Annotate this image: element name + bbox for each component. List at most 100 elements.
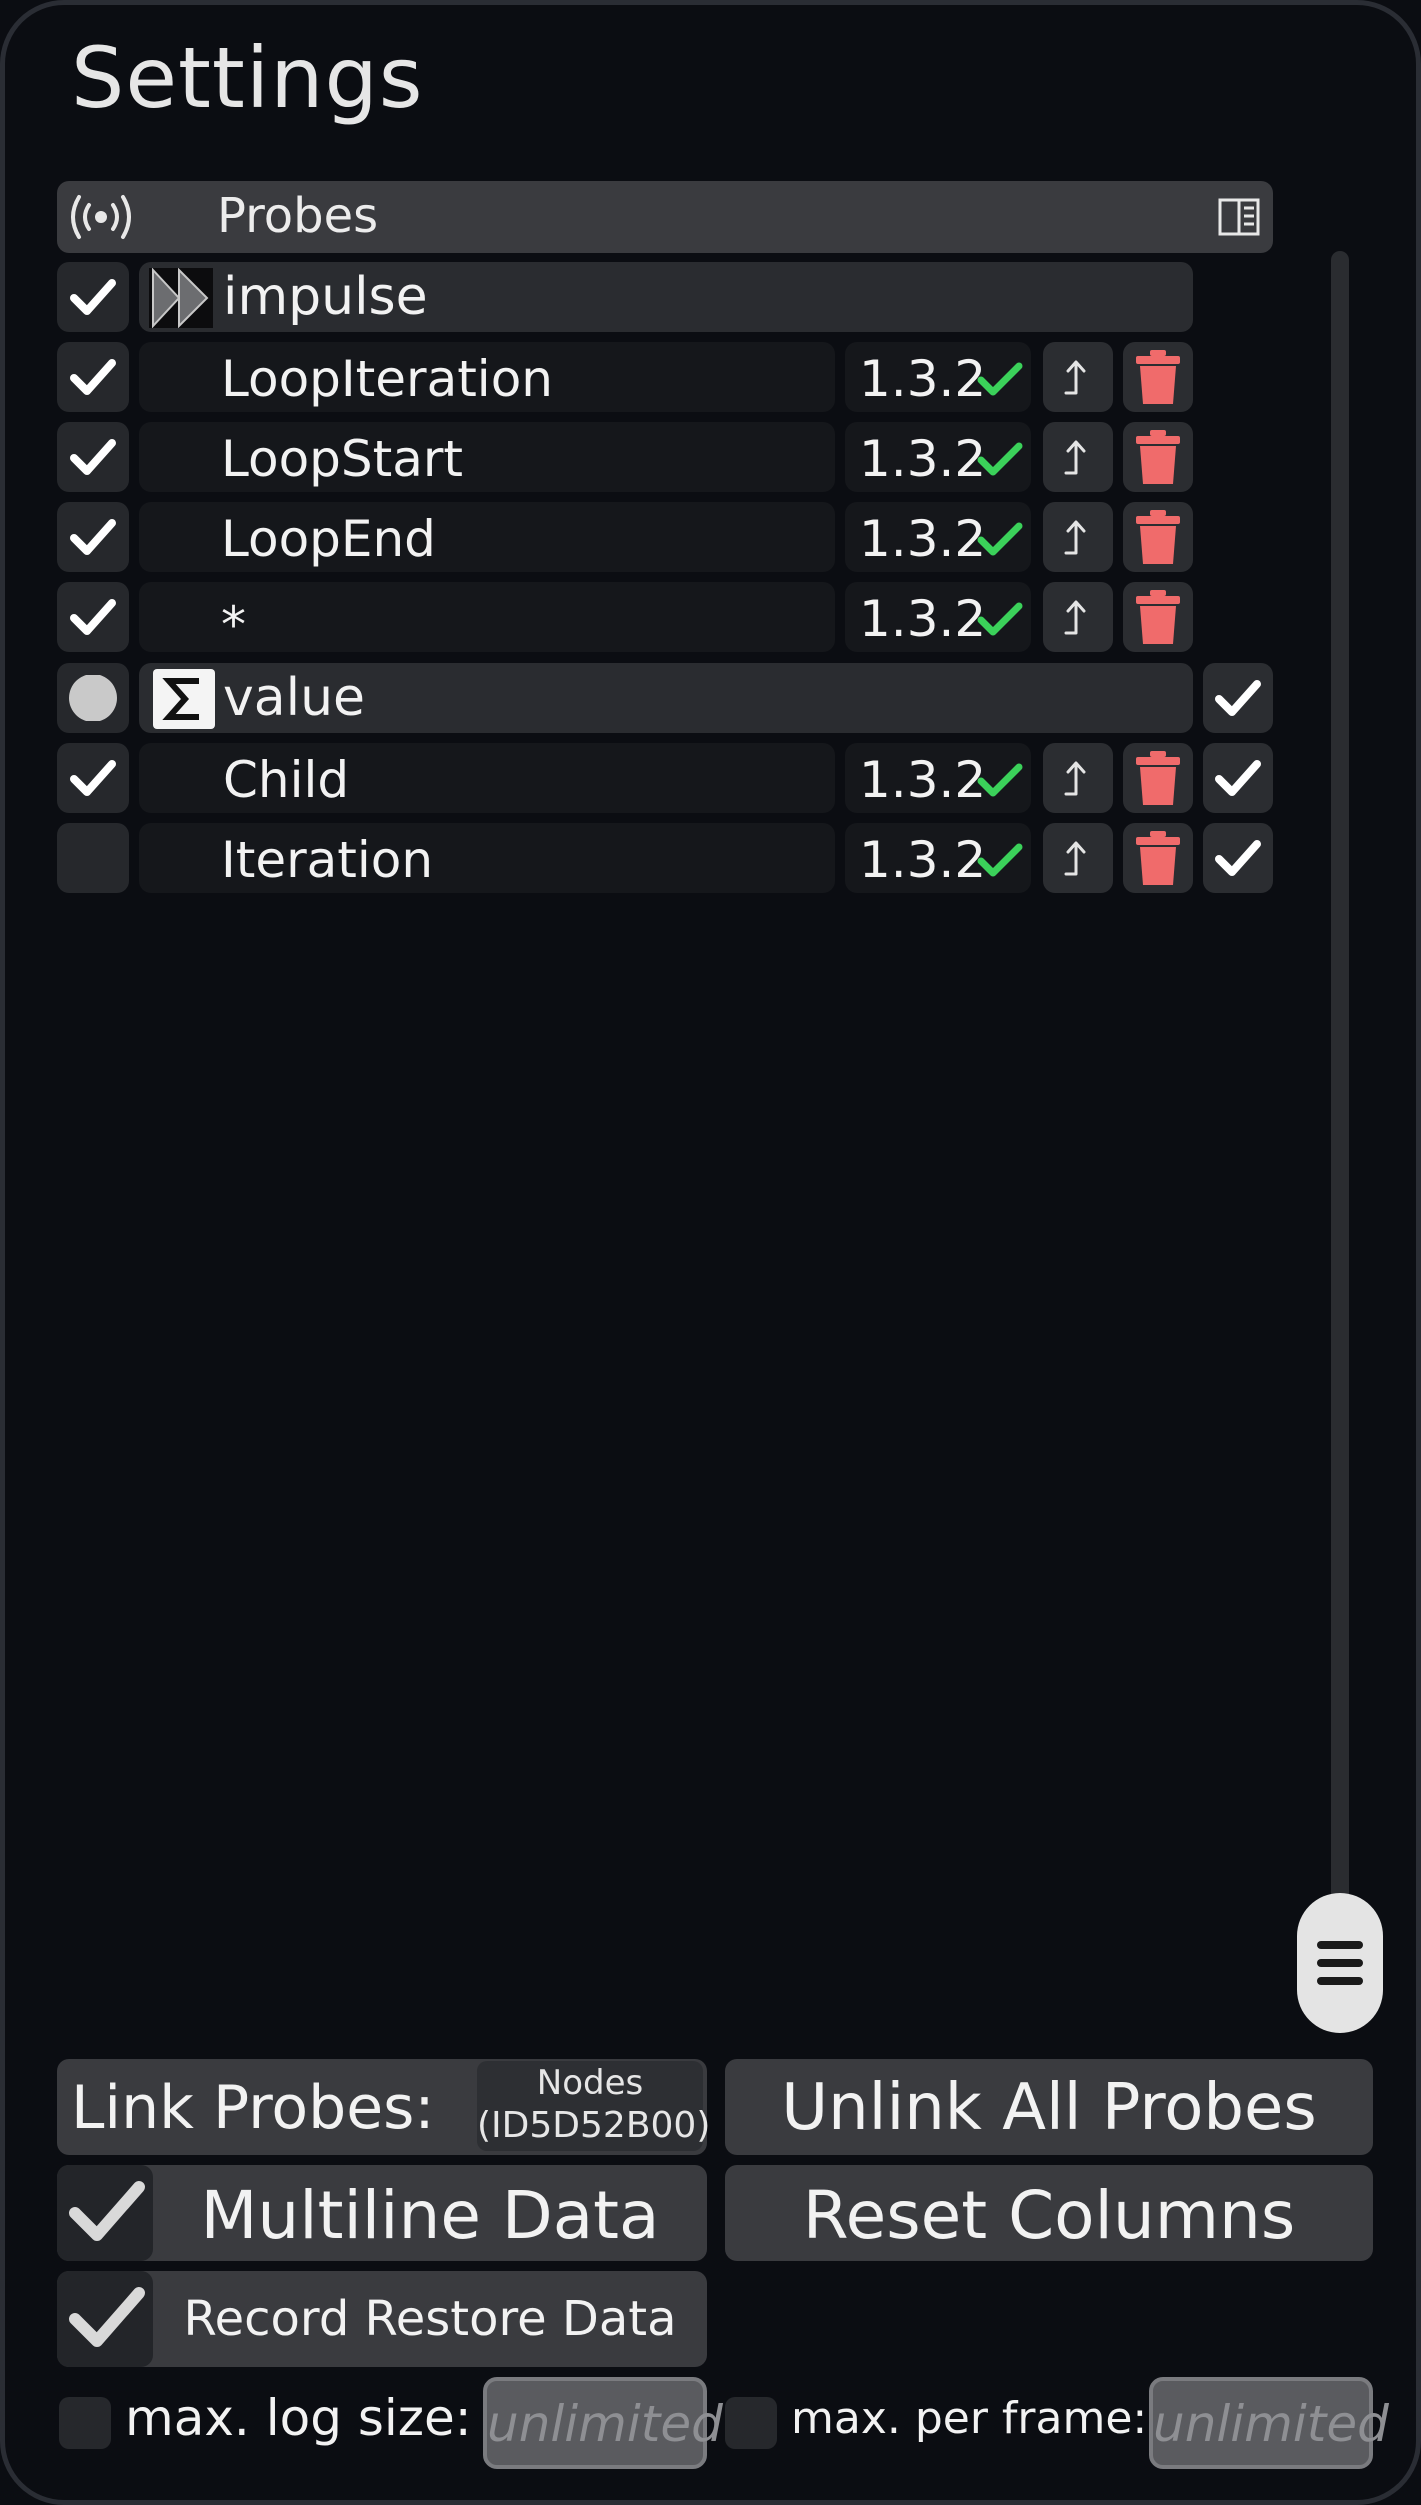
max-log-value: unlimited [487,2395,723,2453]
probe-icon [71,195,131,239]
delete-button[interactable] [1123,422,1193,492]
probe-row: LoopIteration 1.3.2 [57,342,1277,412]
probes-header-label: Probes [217,188,379,244]
trash-icon [1136,510,1180,564]
hamburger-icon-line [1317,1977,1363,1985]
jump-icon [1064,761,1086,796]
delete-button[interactable] [1123,743,1193,813]
nodes-id: (ID5D52B00) [477,2105,711,2146]
check-icon [1215,840,1261,876]
probe-name: Child [223,751,350,809]
trash-icon [1136,590,1180,644]
group-value-toggle[interactable] [1203,663,1273,733]
max-frame-value: unlimited [1153,2395,1389,2453]
page-title: Settings [71,29,424,127]
scrollbar-track[interactable] [1331,251,1349,1913]
delete-button[interactable] [1123,342,1193,412]
probe-checkbox[interactable] [57,342,129,412]
group-label-value: value [223,668,366,728]
jump-button[interactable] [1043,823,1113,893]
ok-check-icon [977,763,1023,797]
version-label: 1.3.2 [859,510,987,568]
jump-button[interactable] [1043,502,1113,572]
trash-icon [1136,751,1180,805]
probe-name-cell[interactable]: * [139,582,835,654]
jump-button[interactable] [1043,422,1113,492]
probe-row: Child 1.3.2 [57,743,1277,813]
unlink-all-label: Unlink All Probes [781,2071,1317,2145]
probe-name: * [221,596,246,654]
max-frame-checkbox[interactable] [725,2397,777,2449]
delete-button[interactable] [1123,823,1193,893]
jump-icon [1064,520,1086,555]
multiline-data-toggle[interactable]: Multiline Data [57,2165,707,2261]
version-label: 1.3.2 [859,430,987,488]
delete-button[interactable] [1123,502,1193,572]
max-frame-input[interactable]: unlimited [1149,2377,1389,2469]
group-header-impulse[interactable]: impulse [139,262,1193,332]
probe-name-cell[interactable]: LoopEnd [139,502,835,572]
check-icon [70,519,116,555]
multiline-checkbox[interactable] [57,2165,153,2261]
unlink-all-probes-button[interactable]: Unlink All Probes [725,2059,1373,2155]
probe-checkbox[interactable] [57,582,129,652]
probe-name-cell[interactable]: LoopIteration [139,342,835,412]
probe-extra-toggle[interactable] [1203,743,1273,813]
check-icon [70,359,116,395]
group-label-impulse: impulse [223,267,428,327]
probe-name: LoopStart [221,430,464,488]
link-probes-label: Link Probes: [71,2073,435,2143]
reset-columns-button[interactable]: Reset Columns [725,2165,1373,2261]
group-header-value[interactable]: value [139,663,1193,733]
group-checkbox-impulse[interactable] [57,262,129,332]
jump-button[interactable] [1043,582,1113,652]
version-label: 1.3.2 [859,590,987,648]
panel-toggle-icon[interactable] [1217,195,1261,239]
ok-check-icon [977,602,1023,636]
probe-row: * 1.3.2 [57,582,1277,654]
version-cell: 1.3.2 [845,743,1031,813]
probe-name: Iteration [221,831,434,889]
probe-row: LoopStart 1.3.2 [57,422,1277,492]
probes-header[interactable]: Probes [57,181,1273,253]
nodes-selector[interactable]: Nodes (ID5D52B00) [477,2061,711,2151]
indeterminate-dot-icon [69,675,117,721]
group-checkbox-value[interactable] [57,663,129,733]
probe-row: Iteration 1.3.2 [57,823,1277,893]
jump-icon [1064,360,1086,395]
probe-name-cell[interactable]: Iteration [139,823,835,893]
probe-name-cell[interactable]: Child [139,743,835,813]
scrollbar-thumb[interactable] [1297,1893,1383,2033]
nodes-label: Nodes [536,2063,644,2103]
max-log-checkbox[interactable] [59,2397,111,2449]
probe-checkbox[interactable] [57,422,129,492]
trash-icon [1136,430,1180,484]
record-restore-toggle[interactable]: Record Restore Data [57,2271,707,2367]
version-label: 1.3.2 [859,831,987,889]
jump-icon [1064,600,1086,635]
probe-checkbox[interactable] [57,743,129,813]
multiline-label: Multiline Data [200,2177,660,2254]
version-cell: 1.3.2 [845,342,1031,412]
probe-name-cell[interactable]: LoopStart [139,422,835,492]
version-cell: 1.3.2 [845,823,1031,893]
trash-icon [1136,831,1180,885]
link-probes-button[interactable]: Link Probes: Nodes (ID5D52B00) [57,2059,711,2155]
impulse-icon [149,268,213,328]
jump-button[interactable] [1043,743,1113,813]
probe-checkbox[interactable] [57,823,129,893]
record-restore-checkbox[interactable] [57,2271,153,2367]
version-label: 1.3.2 [859,751,987,809]
delete-button[interactable] [1123,582,1193,652]
ok-check-icon [977,843,1023,877]
probe-extra-toggle[interactable] [1203,823,1273,893]
max-log-input[interactable]: unlimited [483,2377,723,2469]
trash-icon [1136,350,1180,404]
jump-button[interactable] [1043,342,1113,412]
group-row-value: value [57,663,1277,733]
hamburger-icon [1317,1941,1363,1949]
probe-checkbox[interactable] [57,502,129,572]
check-icon [1215,680,1261,716]
check-icon [70,599,116,635]
check-icon [70,760,116,796]
